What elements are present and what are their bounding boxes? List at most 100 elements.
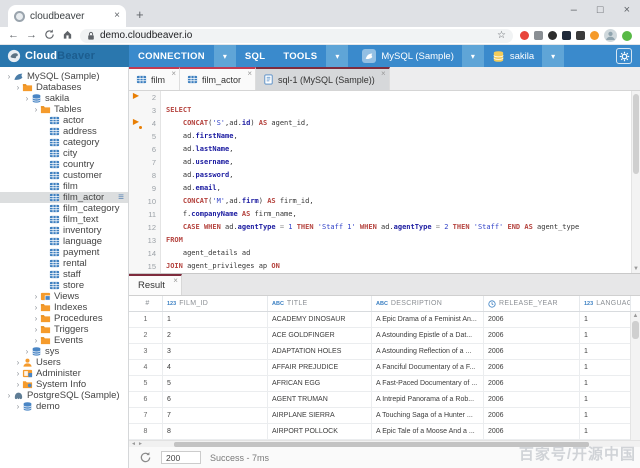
menu-dropdown-chevron-icon[interactable]: ▾ (214, 45, 236, 67)
extension-icon[interactable] (576, 31, 585, 40)
code-text[interactable]: CONCAT('S',ad.id) AS agent_id, (161, 117, 309, 130)
row-number-cell[interactable]: 4 (129, 360, 163, 375)
tree-item-inventory[interactable]: inventory (0, 225, 128, 236)
column-header-description[interactable]: ABCDESCRIPTION (372, 296, 484, 311)
tree-item-procedures[interactable]: ›Procedures (0, 313, 128, 324)
code-text[interactable]: CONCAT('M',ad.firm) AS firm_id, (161, 195, 314, 208)
grid-cell[interactable]: 2006 (484, 328, 580, 343)
grid-cell[interactable]: AIRPLANE SIERRA (268, 408, 372, 423)
tree-item-payment[interactable]: payment (0, 247, 128, 258)
grid-cell[interactable]: A Fast-Paced Documentary of ... (372, 376, 484, 391)
grid-cell[interactable]: A Touching Saga of a Hunter ... (372, 408, 484, 423)
column-header-[interactable]: # (129, 296, 163, 311)
code-text[interactable]: ad.username, (161, 156, 233, 169)
row-number-cell[interactable]: 6 (129, 392, 163, 407)
expand-chevron-icon[interactable]: › (14, 370, 22, 378)
grid-cell[interactable]: 1 (580, 424, 631, 439)
expand-chevron-icon[interactable]: › (23, 348, 31, 356)
tree-item-databases[interactable]: ›Databases (0, 82, 128, 93)
tree-item-category[interactable]: category (0, 137, 128, 148)
tree-item-store[interactable]: store (0, 280, 128, 291)
window-minimize-button[interactable]: – (571, 4, 577, 16)
grid-cell[interactable]: 1 (163, 312, 268, 327)
grid-cell[interactable]: AFRICAN EGG (268, 376, 372, 391)
forward-button[interactable]: → (26, 30, 37, 41)
connection-dropdown-chevron-icon[interactable]: ▾ (462, 45, 484, 67)
scroll-down-icon[interactable]: ▼ (632, 266, 640, 272)
tree-item-indexes[interactable]: ›Indexes (0, 302, 128, 313)
tree-item-film-text[interactable]: film_text (0, 214, 128, 225)
expand-chevron-icon[interactable]: › (23, 95, 31, 103)
grid-cell[interactable]: 1 (580, 408, 631, 423)
row-number-cell[interactable]: 1 (129, 312, 163, 327)
tree-item-film[interactable]: film (0, 181, 128, 192)
grid-cell[interactable]: A Astounding Epistle of a Dat... (372, 328, 484, 343)
tree-item-administer[interactable]: ›Administer (0, 368, 128, 379)
code-text[interactable]: SELECT (161, 104, 191, 117)
fetch-size-input[interactable] (161, 451, 201, 464)
extension-icon[interactable] (534, 31, 543, 40)
address-bar[interactable]: demo.cloudbeaver.io ☆ (80, 29, 513, 43)
grid-cell[interactable]: 2006 (484, 392, 580, 407)
code-text[interactable]: agent_details ad (161, 247, 250, 260)
menu-sql[interactable]: SQL (236, 45, 274, 67)
expand-chevron-icon[interactable]: › (32, 326, 40, 334)
grid-cell[interactable]: 2006 (484, 312, 580, 327)
grid-cell[interactable]: A Astounding Reflection of a ... (372, 344, 484, 359)
scroll-right-icon[interactable]: ► (138, 442, 143, 447)
editor-tab-film[interactable]: film× (129, 67, 180, 90)
tree-item-mysql-sample[interactable]: ›MySQL (Sample) (0, 71, 128, 82)
grid-cell[interactable]: AGENT TRUMAN (268, 392, 372, 407)
close-icon[interactable]: × (173, 277, 178, 285)
code-text[interactable]: f.companyName AS firm_name, (161, 208, 297, 221)
back-button[interactable]: ← (8, 30, 19, 41)
grid-cell[interactable]: A Intrepid Panorama of a Rob... (372, 392, 484, 407)
grid-cell[interactable]: A Epic Tale of a Moose And a ... (372, 424, 484, 439)
tree-item-sakila[interactable]: ›sakila (0, 93, 128, 104)
tree-item-sys[interactable]: ›sys (0, 346, 128, 357)
scrollbar-thumb[interactable] (174, 442, 588, 447)
expand-chevron-icon[interactable]: › (14, 403, 22, 411)
close-icon[interactable]: × (381, 70, 386, 78)
grid-cell[interactable]: 2006 (484, 344, 580, 359)
tree-item-actor[interactable]: actor (0, 115, 128, 126)
extension-icon[interactable] (562, 31, 571, 40)
extension-icon[interactable] (590, 31, 599, 40)
close-icon[interactable]: × (247, 70, 252, 78)
tab-close-icon[interactable]: × (114, 11, 120, 21)
connection-selector[interactable]: MySQL (Sample) (354, 45, 462, 67)
code-text[interactable]: JOIN agent_privileges ap ON (161, 260, 280, 273)
scroll-up-icon[interactable]: ▲ (631, 313, 640, 320)
result-tab[interactable]: Result × (129, 274, 182, 295)
sql-editor[interactable]: ▶23SELECT▶4 CONCAT('S',ad.id) AS agent_i… (129, 91, 640, 273)
execute-query-button[interactable]: ▶ (129, 117, 143, 130)
tree-item-staff[interactable]: staff (0, 269, 128, 280)
browser-update-icon[interactable] (622, 31, 632, 41)
grid-cell[interactable]: 1 (580, 392, 631, 407)
expand-chevron-icon[interactable]: › (32, 304, 40, 312)
reload-button[interactable] (44, 29, 55, 43)
tree-item-events[interactable]: ›Events (0, 335, 128, 346)
grid-cell[interactable]: A Epic Drama of a Feminist An... (372, 312, 484, 327)
tree-item-rental[interactable]: rental (0, 258, 128, 269)
expand-chevron-icon[interactable]: › (14, 359, 22, 367)
column-header-film-id[interactable]: 123FILM_ID (163, 296, 268, 311)
tree-item-film-category[interactable]: film_category (0, 203, 128, 214)
grid-cell[interactable]: 2 (163, 328, 268, 343)
column-header-title[interactable]: ABCTITLE (268, 296, 372, 311)
tree-item-country[interactable]: country (0, 159, 128, 170)
tree-item-users[interactable]: ›Users (0, 357, 128, 368)
grid-cell[interactable]: ACADEMY DINOSAUR (268, 312, 372, 327)
window-close-button[interactable]: × (624, 4, 630, 16)
row-number-cell[interactable]: 5 (129, 376, 163, 391)
scrollbar-thumb[interactable] (633, 94, 639, 174)
expand-chevron-icon[interactable]: › (14, 84, 22, 92)
browser-tab[interactable]: cloudbeaver × (8, 5, 126, 27)
expand-chevron-icon[interactable]: › (32, 315, 40, 323)
scrollbar-thumb[interactable] (632, 321, 639, 339)
grid-cell[interactable]: 1 (580, 344, 631, 359)
grid-cell[interactable]: 2006 (484, 360, 580, 375)
editor-vertical-scrollbar[interactable]: ▼ (631, 91, 640, 273)
code-text[interactable]: ad.password, (161, 169, 233, 182)
expand-chevron-icon[interactable]: › (14, 381, 22, 389)
